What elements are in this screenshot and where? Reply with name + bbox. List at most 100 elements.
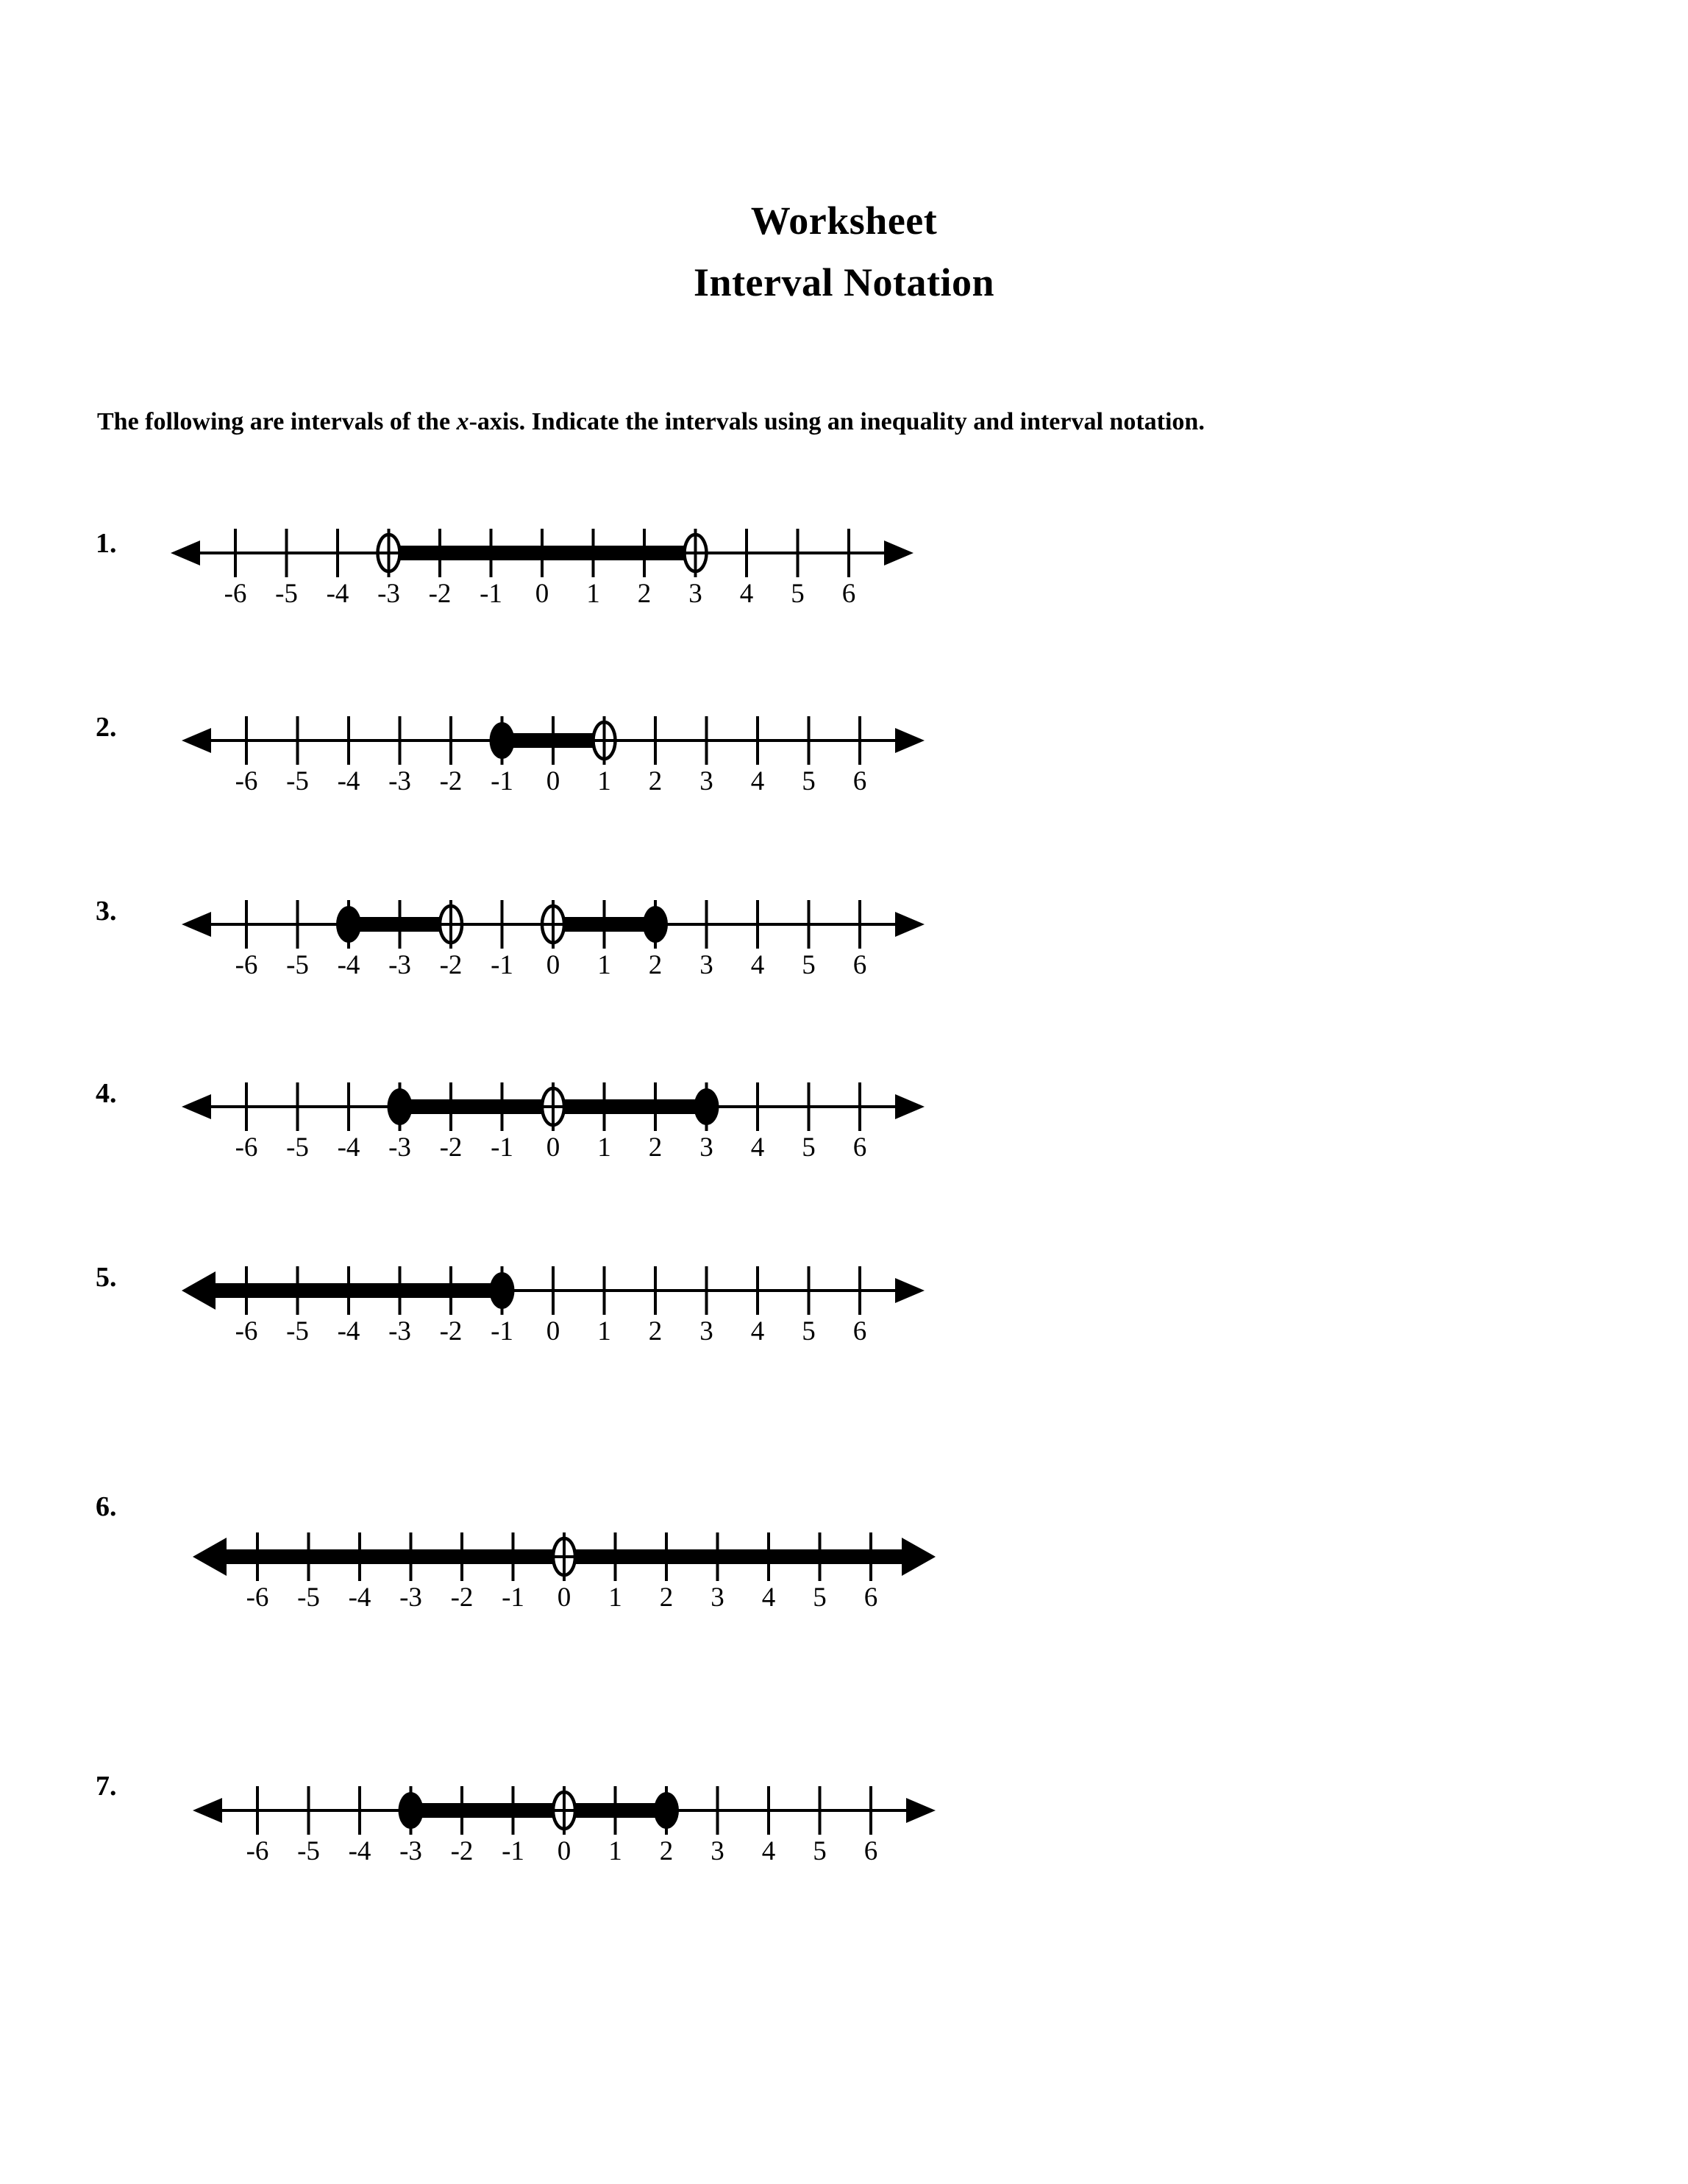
tick-label: 2 (648, 766, 663, 796)
tick-label: 2 (648, 950, 663, 980)
problem-6: 6. -6 -5 -4 -3 -2 -1 0 1 2 3 4 5 6 (0, 1493, 1688, 1655)
tick-label: -3 (399, 1582, 422, 1613)
tick-label: -2 (428, 579, 452, 609)
problem-number-2: 2. (96, 712, 117, 743)
tick-label-row-4: -6 -5 -4 -3 -2 -1 0 1 2 3 4 5 6 (158, 1132, 967, 1173)
tick-label: -1 (480, 579, 502, 609)
tick-label: 3 (711, 1582, 724, 1613)
tick-label: 1 (597, 950, 611, 980)
tick-label: 2 (659, 1836, 674, 1866)
tick-label: -6 (235, 950, 258, 980)
tick-label-row-3: -6 -5 -4 -3 -2 -1 0 1 2 3 4 5 6 (158, 949, 967, 991)
problem-number-6: 6. (96, 1491, 117, 1522)
number-line-4: -6 -5 -4 -3 -2 -1 0 1 2 3 4 5 6 (158, 1061, 967, 1190)
tick-label: -3 (388, 1316, 411, 1346)
tick-label: -4 (337, 766, 360, 796)
tick-label: 6 (852, 950, 867, 980)
tick-label: 1 (608, 1582, 622, 1613)
title-line-1: Worksheet (750, 199, 938, 243)
tick-label: -4 (348, 1582, 371, 1613)
tick-label: 5 (791, 579, 805, 609)
tick-label: 2 (648, 1316, 663, 1346)
tick-label: 0 (546, 1132, 560, 1163)
tick-label: 3 (699, 766, 713, 796)
number-line-5: -6 -5 -4 -3 -2 -1 0 1 2 3 4 5 6 (158, 1245, 967, 1374)
tick-label: -3 (388, 1132, 411, 1163)
number-line-7: -6 -5 -4 -3 -2 -1 0 1 2 3 4 5 6 (169, 1765, 978, 1894)
tick-label: 3 (699, 950, 713, 980)
tick-label: -2 (450, 1836, 474, 1866)
worksheet-title: Worksheet Interval Notation (0, 190, 1688, 313)
tick-label: 4 (750, 1316, 765, 1346)
tick-label: -6 (235, 1316, 258, 1346)
tick-label: 6 (841, 579, 856, 609)
problem-number-1: 1. (96, 528, 117, 559)
tick-label: 2 (659, 1582, 674, 1613)
tick-label: -2 (439, 950, 463, 980)
instruction-variable-x: x (456, 408, 469, 435)
tick-label: 5 (802, 950, 816, 980)
tick-label: -2 (439, 1316, 463, 1346)
tick-label: 6 (852, 1132, 867, 1163)
problem-1: 1. -6 -5 -4 -3 -2 -1 0 1 2 3 4 5 6 (0, 507, 1688, 669)
tick-label: -3 (377, 579, 400, 609)
instruction-part-1: The following are intervals of the (97, 408, 457, 435)
tick-label: -1 (491, 766, 513, 796)
tick-label: -4 (337, 1316, 360, 1346)
number-line-6: -6 -5 -4 -3 -2 -1 0 1 2 3 4 5 6 (169, 1511, 978, 1640)
tick-label: 5 (802, 1316, 816, 1346)
problem-2: 2. -6 -5 -4 -3 -2 -1 0 1 2 3 4 5 6 (0, 695, 1688, 857)
tick-label: -5 (286, 1132, 309, 1163)
tick-label: 4 (739, 579, 754, 609)
tick-label: 6 (852, 766, 867, 796)
tick-label: -5 (275, 579, 298, 609)
tick-label: 1 (597, 1316, 611, 1346)
tick-label: 4 (761, 1582, 776, 1613)
tick-label: -4 (337, 1132, 360, 1163)
tick-label: -6 (246, 1582, 269, 1613)
title-line-2: Interval Notation (694, 260, 994, 304)
tick-label: -2 (439, 1132, 463, 1163)
problem-5: 5. -6 -5 -4 -3 -2 -1 0 1 2 3 4 5 6 (0, 1245, 1688, 1407)
tick-label: 1 (597, 766, 611, 796)
tick-label: 1 (586, 579, 600, 609)
instruction-text: The following are intervals of the x-axi… (97, 406, 1620, 438)
tick-label: 4 (750, 1132, 765, 1163)
tick-label: -6 (246, 1836, 269, 1866)
tick-label: 2 (648, 1132, 663, 1163)
tick-label: 4 (750, 766, 765, 796)
problem-7: 7. -6 -5 -4 -3 -2 -1 0 1 2 3 4 5 6 (0, 1754, 1688, 1916)
tick-label: -1 (502, 1582, 524, 1613)
problem-3: 3. -6 -5 -4 -3 -2 -1 0 1 2 3 4 5 6 (0, 879, 1688, 1041)
tick-label: 3 (711, 1836, 724, 1866)
tick-label: 3 (688, 579, 702, 609)
tick-label: -2 (439, 766, 463, 796)
tick-label: 0 (546, 1316, 560, 1346)
problem-number-5: 5. (96, 1262, 117, 1293)
tick-label: -3 (388, 766, 411, 796)
tick-label: -1 (491, 1316, 513, 1346)
tick-label: 6 (852, 1316, 867, 1346)
tick-label: 0 (546, 766, 560, 796)
tick-label-row-1: -6 -5 -4 -3 -2 -1 0 1 2 3 4 5 6 (147, 578, 956, 619)
instruction-part-2: -axis. Indicate the intervals using an i… (469, 408, 1205, 435)
tick-label: 0 (557, 1836, 571, 1866)
problem-number-7: 7. (96, 1771, 117, 1802)
tick-label-row-7: -6 -5 -4 -3 -2 -1 0 1 2 3 4 5 6 (169, 1835, 978, 1877)
tick-label: -1 (491, 950, 513, 980)
tick-label: 5 (813, 1582, 827, 1613)
tick-label: -6 (235, 1132, 258, 1163)
tick-label: -3 (388, 950, 411, 980)
tick-label: -1 (491, 1132, 513, 1163)
tick-label: 6 (863, 1582, 878, 1613)
tick-label: 0 (546, 950, 560, 980)
number-line-2: -6 -5 -4 -3 -2 -1 0 1 2 3 4 5 6 (158, 695, 967, 824)
tick-label: 1 (597, 1132, 611, 1163)
tick-label: -5 (286, 950, 309, 980)
tick-label: -6 (224, 579, 247, 609)
tick-label: -6 (235, 766, 258, 796)
tick-label: -4 (348, 1836, 371, 1866)
tick-label: 4 (750, 950, 765, 980)
tick-label-row-5: -6 -5 -4 -3 -2 -1 0 1 2 3 4 5 6 (158, 1316, 967, 1357)
tick-label-row-6: -6 -5 -4 -3 -2 -1 0 1 2 3 4 5 6 (169, 1582, 978, 1623)
